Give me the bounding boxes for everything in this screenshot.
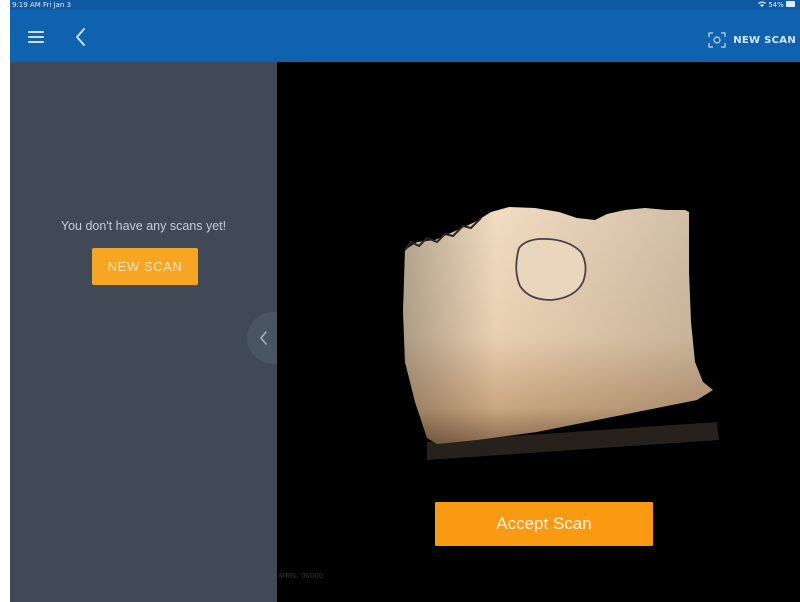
status-right: 54% bbox=[757, 0, 796, 10]
chevron-left-icon bbox=[260, 331, 267, 345]
accept-scan-button[interactable]: Accept Scan bbox=[435, 502, 653, 546]
empty-scans-message: You don't have any scans yet! bbox=[60, 219, 227, 233]
mrn-label: MRN: 00000 bbox=[279, 573, 324, 580]
status-time-date: 9:19 AM Fri Jan 3 bbox=[12, 1, 72, 9]
sidebar-collapse-handle[interactable] bbox=[247, 312, 277, 364]
battery-icon bbox=[786, 1, 796, 9]
chevron-left-icon[interactable] bbox=[72, 26, 90, 48]
sidebar-new-scan-button[interactable]: NEW SCAN bbox=[92, 248, 198, 285]
hamburger-menu-icon[interactable] bbox=[28, 31, 44, 43]
scans-sidebar: You don't have any scans yet! NEW SCAN bbox=[10, 62, 277, 602]
nav-new-scan-label: NEW SCAN bbox=[733, 34, 796, 46]
status-bar: 9:19 AM Fri Jan 3 54% bbox=[10, 0, 800, 10]
nav-new-scan-button[interactable]: NEW SCAN bbox=[708, 30, 796, 50]
wifi-icon bbox=[757, 1, 768, 9]
battery-percent: 54% bbox=[768, 1, 784, 9]
scan-viewer[interactable]: Accept Scan MRN: 00000 bbox=[277, 62, 800, 602]
scan-frame-icon bbox=[708, 32, 726, 48]
top-navigation-bar: NEW SCAN bbox=[10, 10, 800, 62]
ipad-screen: 9:19 AM Fri Jan 3 54% NEW SCAN You don't… bbox=[10, 0, 800, 602]
